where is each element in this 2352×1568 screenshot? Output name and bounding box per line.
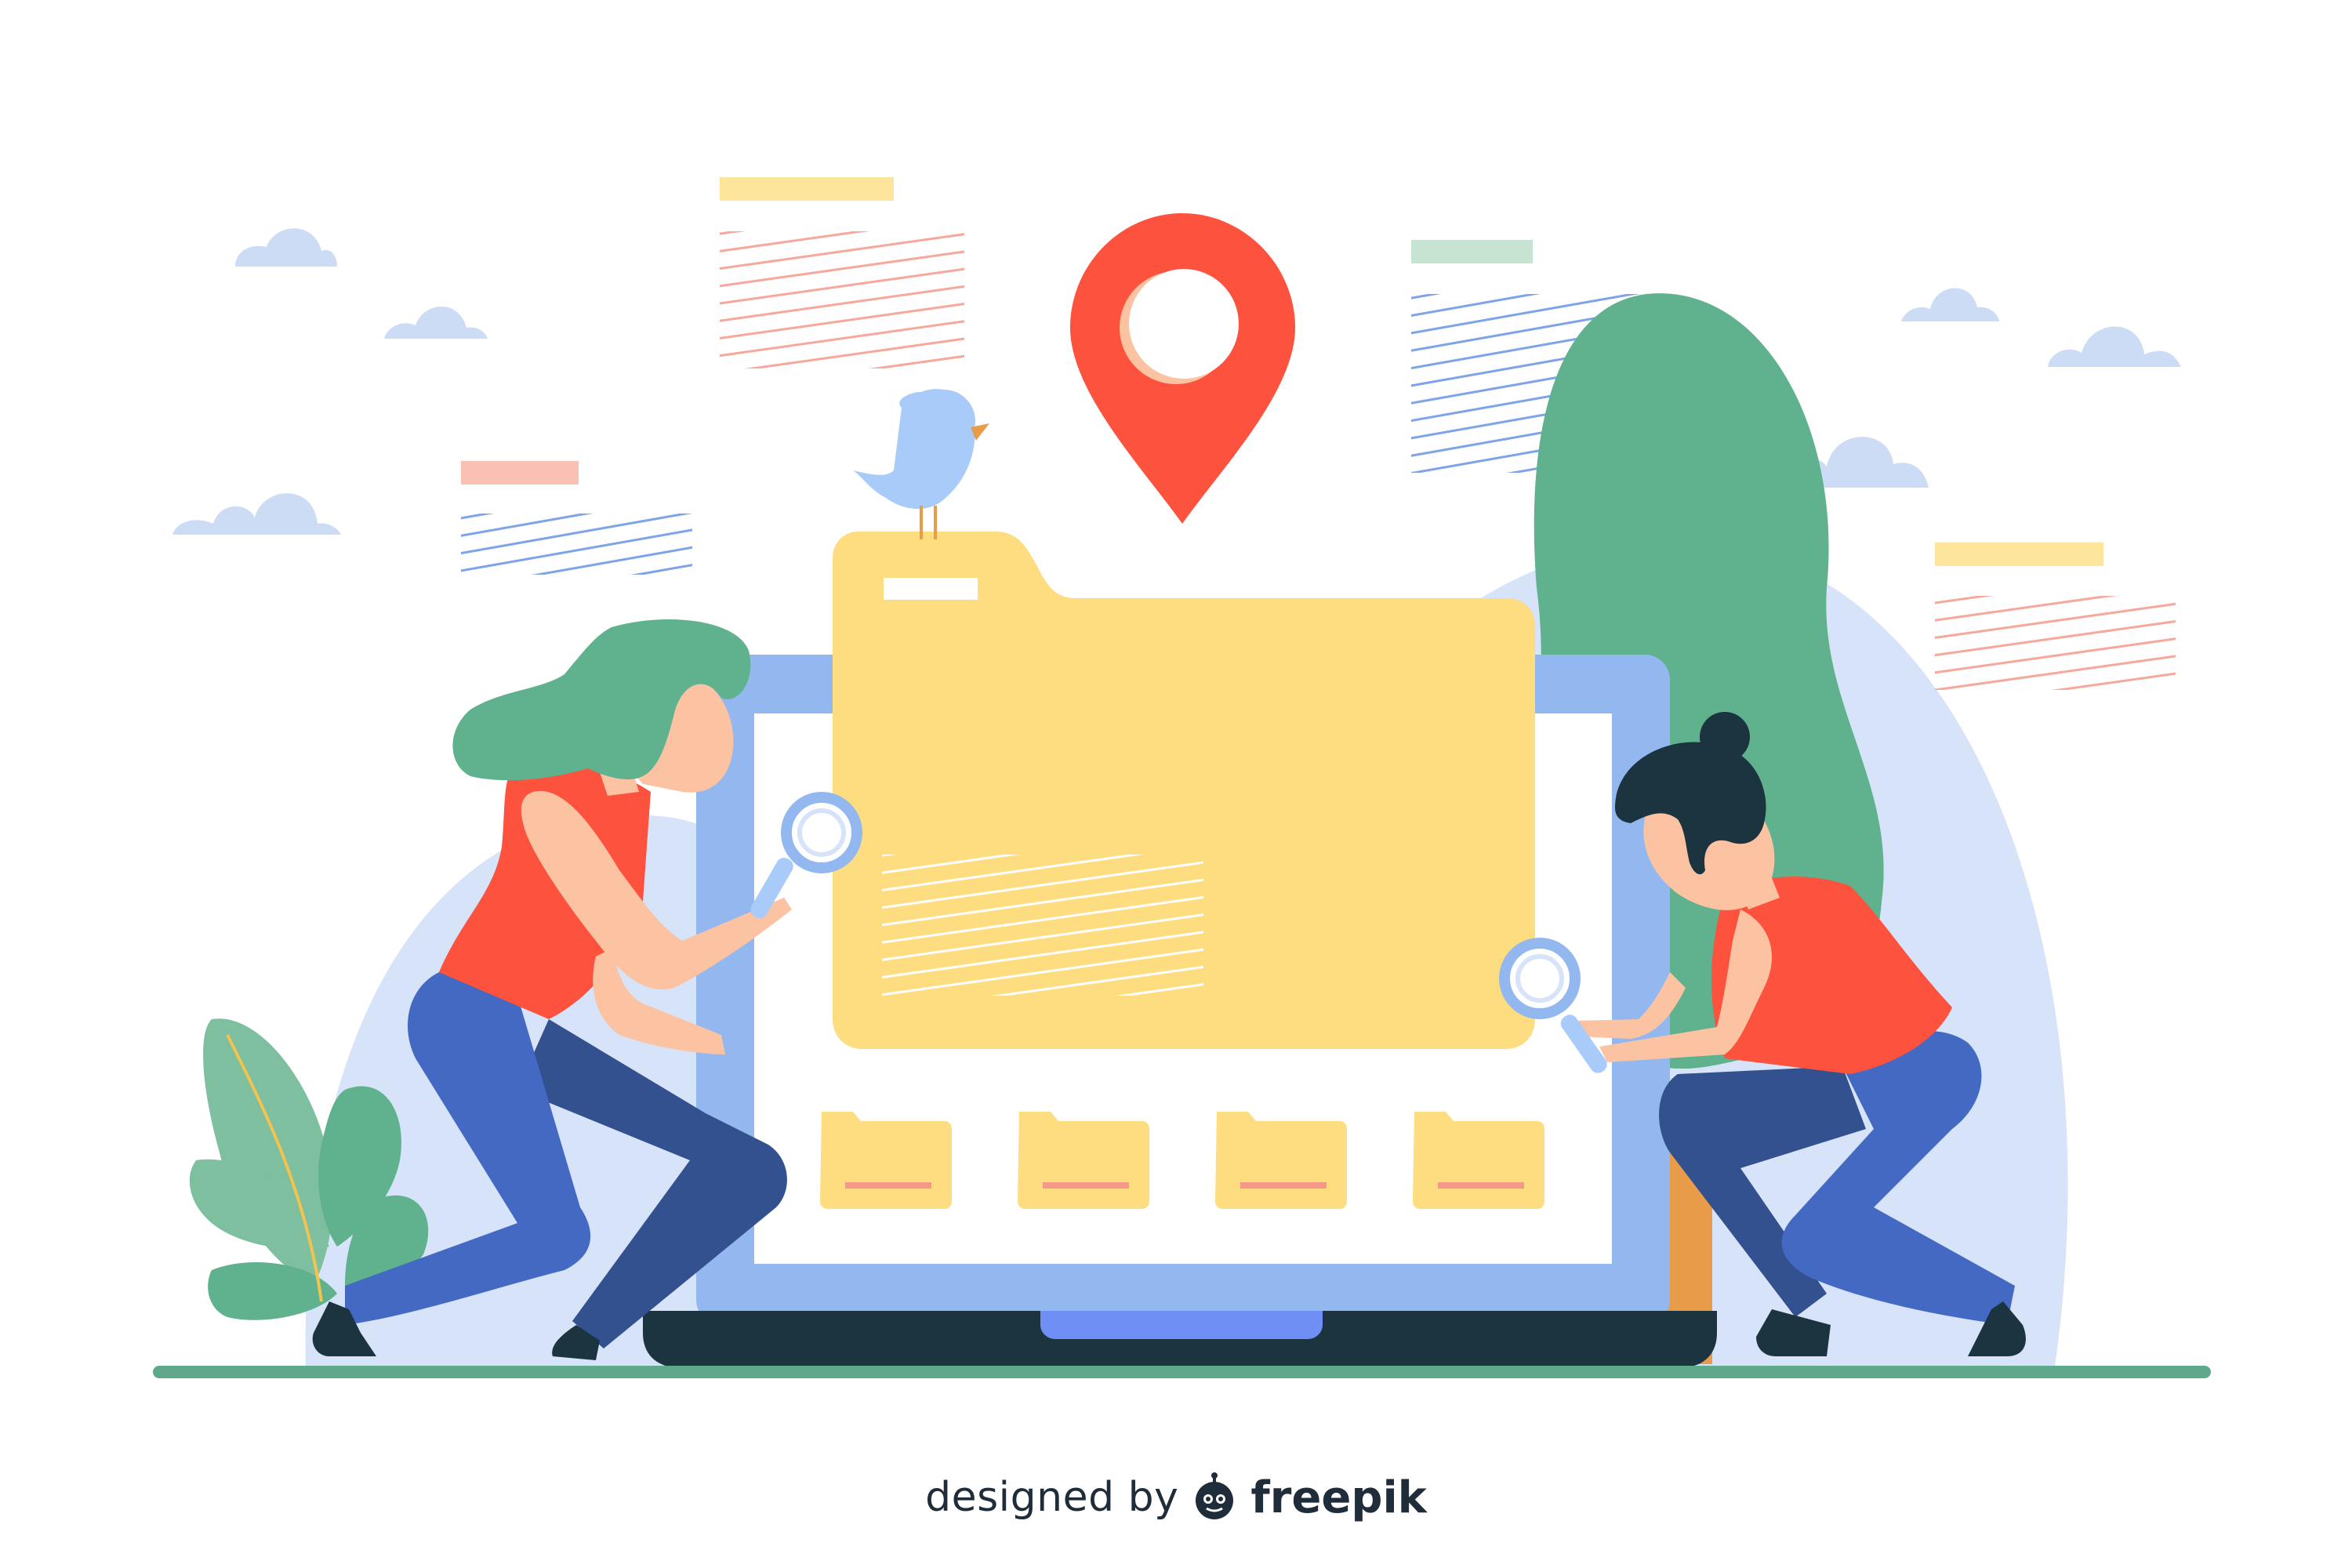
folder-icon bbox=[820, 1112, 952, 1209]
credit-line: designed by freepik bbox=[0, 1458, 2352, 1537]
cloud-icon bbox=[1901, 288, 1999, 321]
cloud-icon bbox=[172, 493, 341, 535]
cloud-icon bbox=[235, 228, 337, 267]
cloud-icon bbox=[2048, 326, 2181, 367]
folder-icon bbox=[1215, 1112, 1347, 1209]
designed-by-text: designed by bbox=[925, 1474, 1179, 1521]
freepik-brand-text: freepik bbox=[1250, 1472, 1427, 1523]
bird-icon bbox=[853, 389, 989, 539]
freepik-logo-icon bbox=[1196, 1472, 1234, 1519]
folder-icon bbox=[833, 532, 1535, 1049]
illustration bbox=[153, 177, 2211, 1378]
cloud-icon bbox=[384, 306, 488, 339]
ground-line bbox=[153, 1366, 2211, 1378]
folder-icon bbox=[1018, 1112, 1149, 1209]
folder-icon bbox=[1413, 1112, 1544, 1209]
location-pin-icon bbox=[1070, 213, 1295, 524]
